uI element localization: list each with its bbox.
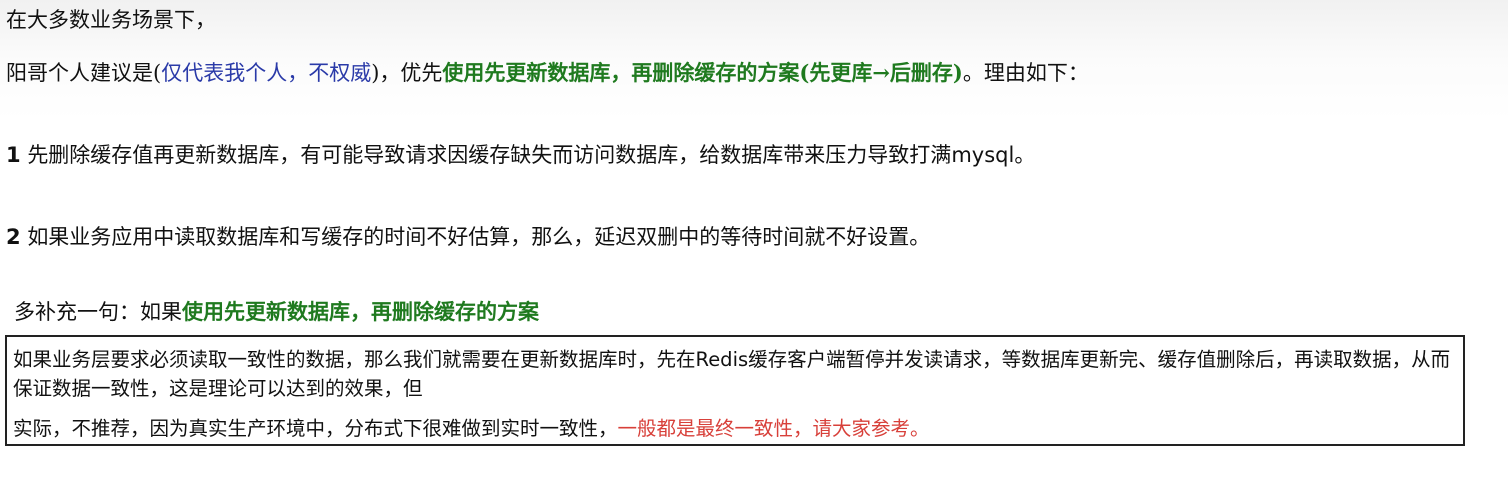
recommended-scheme: 使用先更新数据库，再删除缓存的方案(先更库→后删存) <box>442 60 963 85</box>
supplement-line: 多补充一句：如果使用先更新数据库，再删除缓存的方案 <box>14 296 539 326</box>
reason-text: 如果业务应用中读取数据库和写缓存的时间不好估算，那么，延迟双删中的等待时间就不好… <box>27 225 931 249</box>
reason-number: 1 <box>6 143 21 167</box>
reason-text: 先删除缓存值再更新数据库，有可能导致请求因缓存缺失而访问数据库，给数据库带来压力… <box>27 143 952 167</box>
recommendation-suffix: 。理由如下： <box>962 61 1089 85</box>
recommendation-line: 阳哥个人建议是(仅代表我个人，不权威)，优先使用先更新数据库，再删除缓存的方案(… <box>6 57 1089 87</box>
reason-number: 2 <box>6 225 21 249</box>
intro-line: 在大多数业务场景下， <box>6 8 216 32</box>
reason-2: 2 如果业务应用中读取数据库和写缓存的时间不好估算，那么，延迟双删中的等待时间就… <box>6 221 930 251</box>
recommendation-prefix: 阳哥个人建议是( <box>6 61 162 85</box>
note-text: 实际，不推荐，因为真实生产环境中，分布式下很难做到实时一致性， <box>13 417 618 440</box>
note-box: 如果业务层要求必须读取一致性的数据，那么我们就需要在更新数据库时，先在Redis… <box>5 335 1465 446</box>
recommendation-middle: )，优先 <box>371 61 443 85</box>
note-highlight: 一般都是最终一致性，请大家参考。 <box>617 417 930 440</box>
reason-1: 1 先删除缓存值再更新数据库，有可能导致请求因缓存缺失而访问数据库，给数据库带来… <box>6 139 1035 169</box>
note-paragraph-2: 实际，不推荐，因为真实生产环境中，分布式下很难做到实时一致性，一般都是最终一致性… <box>13 414 1457 443</box>
note-paragraph-1: 如果业务层要求必须读取一致性的数据，那么我们就需要在更新数据库时，先在Redis… <box>13 345 1457 403</box>
redis-term: Redis <box>695 348 749 371</box>
supplement-scheme: 使用先更新数据库，再删除缓存的方案 <box>182 299 539 324</box>
note-text: 如果业务层要求必须读取一致性的数据，那么我们就需要在更新数据库时，先在 <box>13 348 696 371</box>
reason-tail: mysql <box>951 143 1015 167</box>
disclaimer-text: 仅代表我个人，不权威 <box>161 61 372 85</box>
supplement-prefix: 多补充一句：如果 <box>14 300 182 324</box>
reason-end: 。 <box>1014 143 1036 167</box>
